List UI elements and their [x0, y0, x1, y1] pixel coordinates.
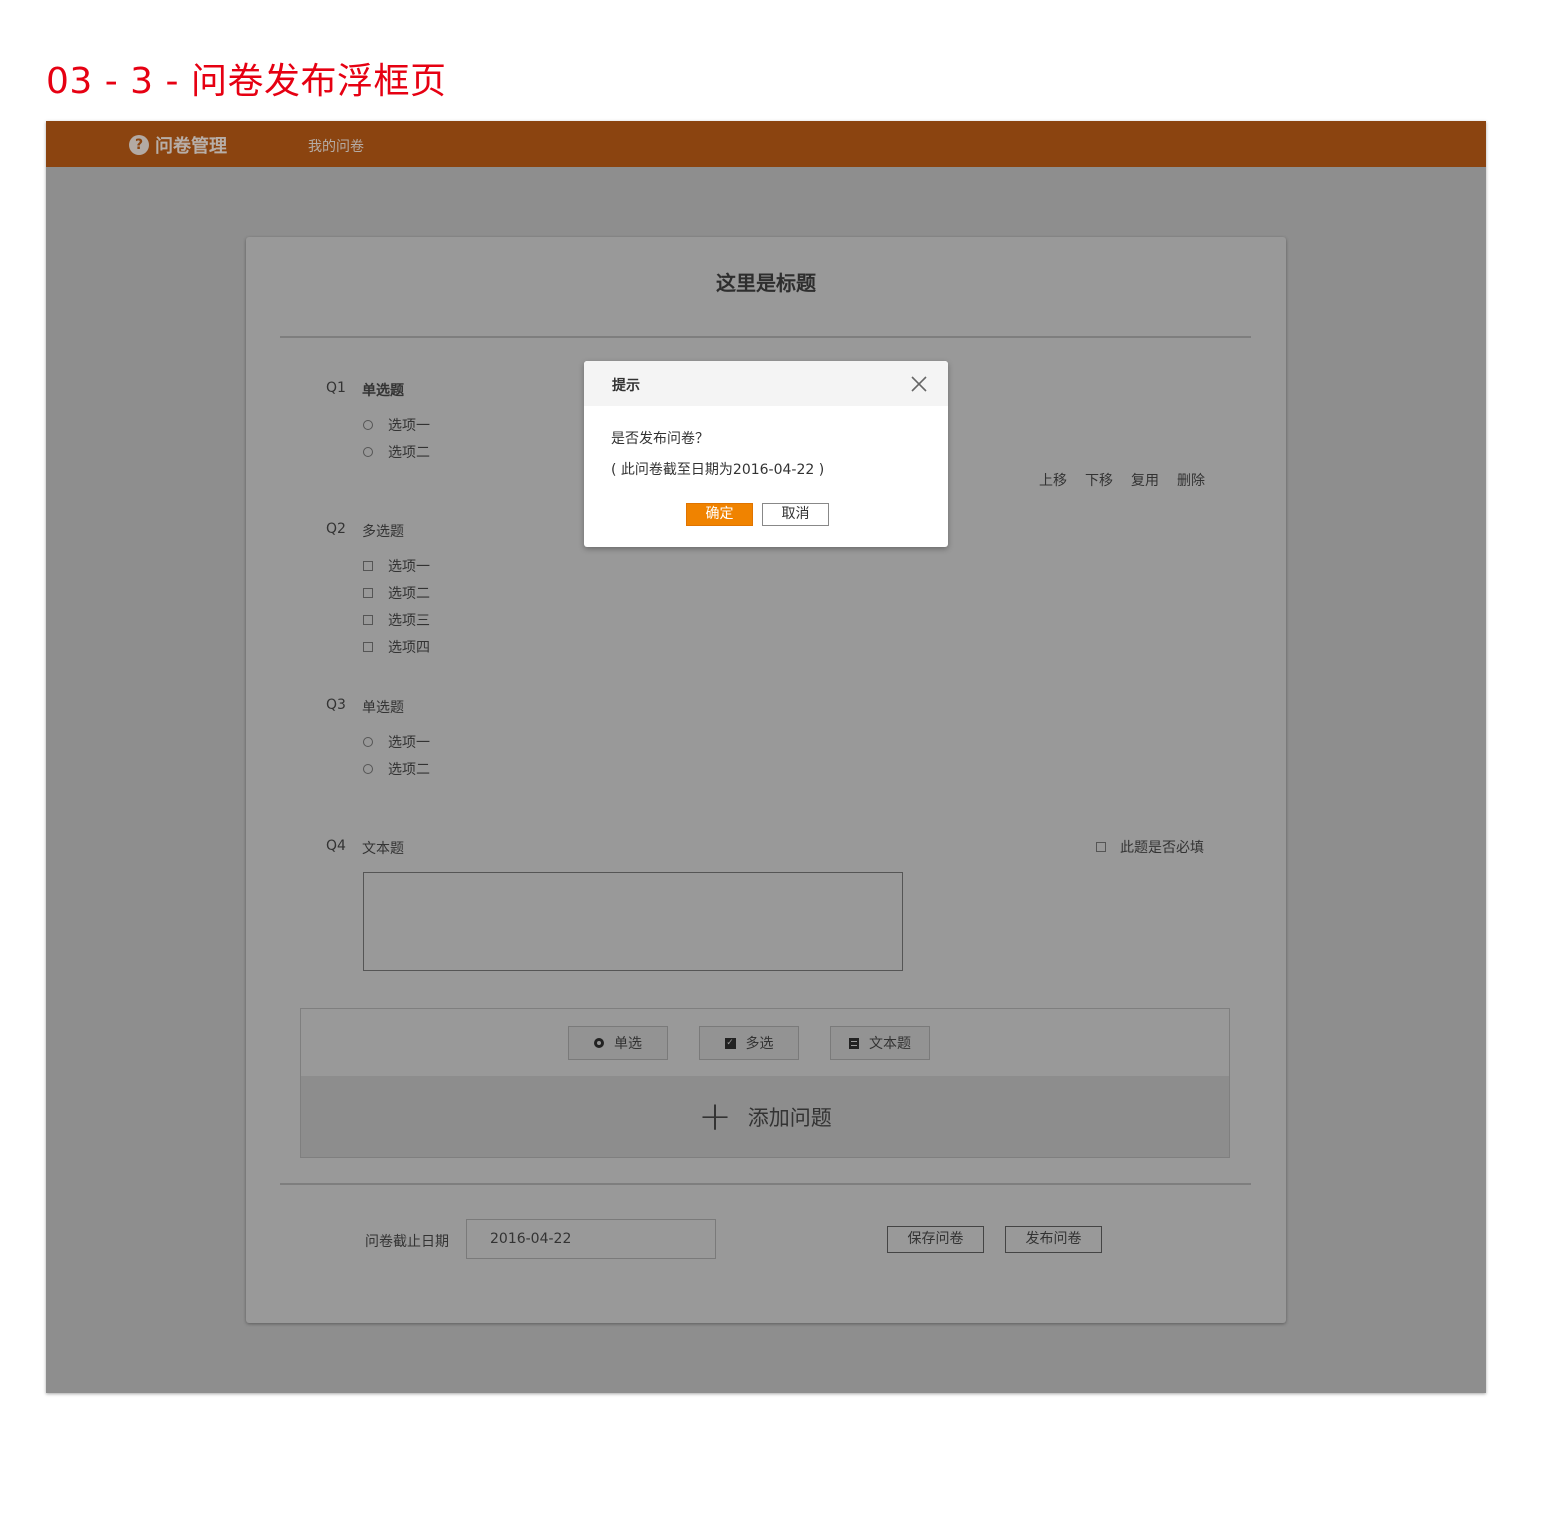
add-multi-choice-button[interactable]: ✓ 多选 — [699, 1026, 799, 1060]
question-type[interactable]: 多选题 — [362, 521, 404, 541]
required-label: 此题是否必填 — [1120, 840, 1204, 856]
cancel-button[interactable]: 取消 — [762, 503, 829, 526]
option-label: 选项一 — [388, 418, 430, 434]
page-heading: 03 - 3 - 问卷发布浮框页 — [46, 61, 447, 102]
add-single-choice-button[interactable]: 单选 — [568, 1026, 668, 1060]
option-item[interactable]: 选项二 — [363, 583, 430, 603]
checkbox-icon — [363, 561, 373, 571]
publish-survey-button[interactable]: 发布问卷 — [1005, 1226, 1102, 1253]
reuse-button[interactable]: 复用 — [1131, 470, 1159, 490]
delete-button[interactable]: 删除 — [1177, 470, 1205, 490]
question-type-bar: 单选 ✓ 多选 文本题 — [301, 1009, 1229, 1076]
checkbox-icon — [1096, 842, 1106, 852]
question-number: Q2 — [326, 521, 346, 537]
option-item[interactable]: 选项一 — [363, 732, 430, 752]
text-answer-field[interactable] — [363, 872, 903, 971]
option-item[interactable]: 选项四 — [363, 637, 430, 657]
deadline-label: 问卷截止日期 — [365, 1234, 449, 1250]
checkbox-icon — [363, 588, 373, 598]
title-divider — [280, 336, 1251, 338]
dialog-title: 提示 — [612, 378, 640, 394]
radio-icon — [363, 764, 373, 774]
question-number: Q3 — [326, 697, 346, 713]
radio-icon — [363, 447, 373, 457]
question-number: Q1 — [326, 380, 346, 396]
option-label: 选项一 — [388, 735, 430, 751]
brand-name: 问卷管理 — [155, 136, 227, 157]
plus-icon: + — [698, 1093, 732, 1140]
app-window: ? 问卷管理 我的问卷 这里是标题 Q1 单选题 选项一 选项二 上移 下移 复… — [46, 121, 1486, 1393]
checkbox-checked-icon: ✓ — [724, 1037, 736, 1049]
add-question-button[interactable]: + 添加问题 — [301, 1076, 1229, 1157]
add-text-question-button[interactable]: 文本题 — [830, 1026, 930, 1060]
dialog-deadline-note: ( 此问卷截至日期为2016-04-22 ) — [611, 462, 825, 478]
close-icon[interactable] — [910, 375, 928, 393]
required-toggle[interactable]: 此题是否必填 — [1096, 837, 1204, 857]
save-survey-button[interactable]: 保存问卷 — [887, 1226, 984, 1253]
option-label: 选项四 — [388, 640, 430, 656]
question-mark-icon: ? — [129, 135, 149, 155]
option-label: 选项二 — [388, 586, 430, 602]
confirm-button[interactable]: 确定 — [686, 503, 753, 526]
question-type[interactable]: 单选题 — [362, 697, 404, 717]
brand[interactable]: ? 问卷管理 — [129, 132, 227, 158]
radio-icon — [363, 420, 373, 430]
footer-divider — [280, 1183, 1251, 1185]
dialog-message: 是否发布问卷？ — [611, 431, 709, 447]
text-doc-icon — [849, 1037, 859, 1049]
type-label: 多选 — [745, 1036, 774, 1052]
option-item[interactable]: 选项一 — [363, 556, 430, 576]
type-label: 单选 — [614, 1036, 642, 1052]
dialog-header: 提示 — [584, 361, 948, 406]
nav-my-surveys[interactable]: 我的问卷 — [308, 136, 364, 156]
question-number: Q4 — [326, 838, 346, 854]
publish-confirm-dialog: 提示 是否发布问卷？ ( 此问卷截至日期为2016-04-22 ) 确定 取消 — [584, 361, 948, 547]
deadline-date-input[interactable]: 2016-04-22 — [466, 1219, 716, 1259]
option-label: 选项一 — [388, 559, 430, 575]
option-label: 选项二 — [388, 445, 430, 461]
add-question-panel: 单选 ✓ 多选 文本题 + 添加问题 — [300, 1008, 1230, 1158]
question-type[interactable]: 单选题 — [362, 380, 404, 400]
radio-icon — [594, 1038, 604, 1048]
move-down-button[interactable]: 下移 — [1085, 470, 1113, 490]
option-label: 选项二 — [388, 762, 430, 778]
question-type[interactable]: 文本题 — [362, 838, 404, 858]
option-label: 选项三 — [388, 613, 430, 629]
option-item[interactable]: 选项二 — [363, 759, 430, 779]
top-navbar: ? 问卷管理 我的问卷 — [46, 121, 1486, 167]
survey-title[interactable]: 这里是标题 — [246, 267, 1286, 296]
add-question-label: 添加问题 — [747, 1105, 832, 1130]
checkbox-icon — [363, 642, 373, 652]
option-item[interactable]: 选项一 — [363, 415, 430, 435]
move-up-button[interactable]: 上移 — [1039, 470, 1067, 490]
option-item[interactable]: 选项二 — [363, 442, 430, 462]
checkbox-icon — [363, 615, 373, 625]
type-label: 文本题 — [869, 1036, 911, 1052]
radio-icon — [363, 737, 373, 747]
option-item[interactable]: 选项三 — [363, 610, 430, 630]
